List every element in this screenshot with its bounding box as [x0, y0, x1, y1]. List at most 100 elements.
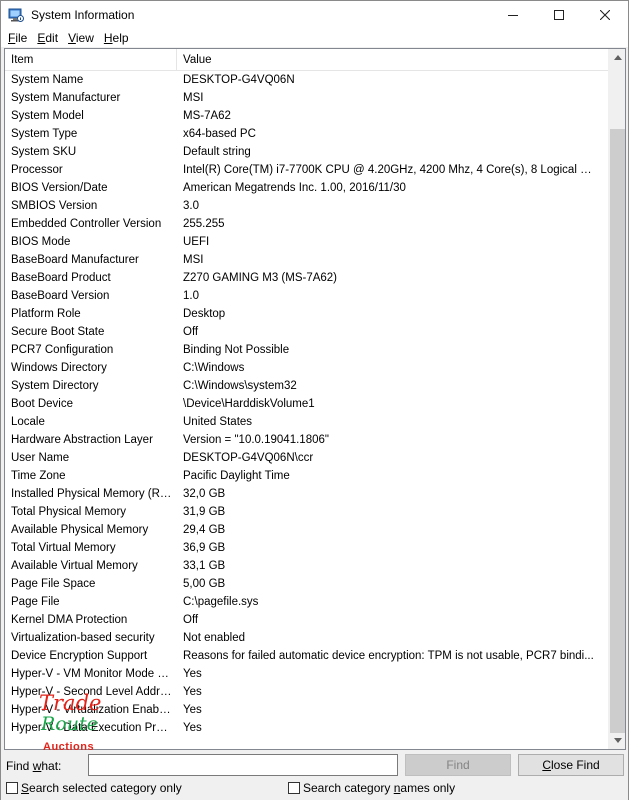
menu-file[interactable]: File: [3, 31, 32, 45]
row-value-cell: C:\pagefile.sys: [183, 596, 259, 608]
scroll-thumb[interactable]: [610, 129, 625, 733]
column-header-item[interactable]: Item: [5, 49, 177, 71]
row-value-cell: MSI: [183, 254, 204, 266]
table-row[interactable]: System Name DESKTOP-G4VQ06N: [5, 71, 609, 89]
row-value-cell: Yes: [183, 722, 202, 734]
row-item-cell: User Name: [11, 452, 70, 464]
find-what-label: Find what:: [6, 759, 62, 773]
table-row[interactable]: Hyper-V - Second Level Addres... Yes: [5, 683, 609, 701]
table-row[interactable]: Available Virtual Memory 33,1 GB: [5, 557, 609, 575]
scroll-up-button[interactable]: [609, 49, 626, 66]
row-value-cell: C:\Windows\system32: [183, 380, 297, 392]
close-find-button[interactable]: Close Find: [518, 754, 624, 776]
search-selected-category-checkbox[interactable]: Search selected category only: [6, 781, 182, 795]
table-row[interactable]: System Manufacturer MSI: [5, 89, 609, 107]
maximize-button[interactable]: [536, 1, 582, 28]
row-value-cell: Not enabled: [183, 632, 246, 644]
row-item-cell: System Name: [11, 74, 84, 86]
row-value-cell: DESKTOP-G4VQ06N\ccr: [183, 452, 314, 464]
table-row[interactable]: System Type x64-based PC: [5, 125, 609, 143]
table-row[interactable]: Processor Intel(R) Core(TM) i7-7700K CPU …: [5, 161, 609, 179]
table-row[interactable]: Kernel DMA Protection Off: [5, 611, 609, 629]
row-value-cell: Yes: [183, 668, 202, 680]
system-summary-list[interactable]: Item Value System Name DESKTOP-G4VQ06N Sys…: [4, 48, 626, 750]
table-row[interactable]: System Model MS-7A62: [5, 107, 609, 125]
row-item-cell: Available Physical Memory: [11, 524, 149, 536]
table-row[interactable]: BIOS Mode UEFI: [5, 233, 609, 251]
table-row[interactable]: Platform Role Desktop: [5, 305, 609, 323]
row-item-cell: System Type: [11, 128, 78, 140]
checkbox-box[interactable]: [6, 782, 18, 794]
row-value-cell: American Megatrends Inc. 1.00, 2016/11/3…: [183, 182, 406, 194]
scroll-down-button[interactable]: [609, 732, 626, 749]
row-item-cell: PCR7 Configuration: [11, 344, 114, 356]
table-row[interactable]: BIOS Version/Date American Megatrends Inc…: [5, 179, 609, 197]
table-row[interactable]: Installed Physical Memory (RAM) 32,0 GB: [5, 485, 609, 503]
system-information-window: System Information File Edit View Help Item…: [0, 0, 629, 800]
row-value-cell: Intel(R) Core(TM) i7-7700K CPU @ 4.20GHz…: [183, 164, 597, 176]
row-value-cell: Reasons for failed automatic device encr…: [183, 650, 594, 662]
table-row[interactable]: Secure Boot State Off: [5, 323, 609, 341]
row-item-cell: BIOS Version/Date: [11, 182, 108, 194]
vertical-scrollbar[interactable]: [608, 49, 625, 749]
title-bar[interactable]: System Information: [1, 1, 628, 28]
column-header-value[interactable]: Value: [177, 49, 609, 71]
menu-view[interactable]: View: [63, 31, 99, 45]
row-value-cell: Z270 GAMING M3 (MS-7A62): [183, 272, 338, 284]
menu-help[interactable]: Help: [99, 31, 134, 45]
table-row[interactable]: Boot Device \Device\HarddiskVolume1: [5, 395, 609, 413]
table-row[interactable]: Windows Directory C:\Windows: [5, 359, 609, 377]
table-row[interactable]: System SKU Default string: [5, 143, 609, 161]
table-row[interactable]: Virtualization-based security Not enabled: [5, 629, 609, 647]
table-row[interactable]: BaseBoard Product Z270 GAMING M3 (MS-7A62…: [5, 269, 609, 287]
table-row[interactable]: Page File Space 5,00 GB: [5, 575, 609, 593]
minimize-icon: [508, 14, 518, 16]
search-category-names-label: Search category names only: [303, 781, 456, 795]
row-value-cell: Off: [183, 326, 199, 338]
table-row[interactable]: Device Encryption Support Reasons for fai…: [5, 647, 609, 665]
row-item-cell: Available Virtual Memory: [11, 560, 138, 572]
row-item-cell: Hardware Abstraction Layer: [11, 434, 153, 446]
table-row[interactable]: Locale United States: [5, 413, 609, 431]
table-row[interactable]: Available Physical Memory 29,4 GB: [5, 521, 609, 539]
table-row[interactable]: Total Physical Memory 31,9 GB: [5, 503, 609, 521]
row-item-cell: Kernel DMA Protection: [11, 614, 128, 626]
row-item-cell: BaseBoard Version: [11, 290, 110, 302]
table-row[interactable]: Time Zone Pacific Daylight Time: [5, 467, 609, 485]
find-what-input[interactable]: [88, 754, 398, 776]
close-icon: [600, 9, 610, 20]
checkbox-box[interactable]: [288, 782, 300, 794]
close-button[interactable]: [582, 1, 628, 28]
row-item-cell: Hyper-V - Second Level Addres...: [11, 686, 177, 698]
find-button[interactable]: Find: [405, 754, 511, 776]
search-category-names-checkbox[interactable]: Search category names only: [288, 781, 455, 795]
row-value-cell: Binding Not Possible: [183, 344, 290, 356]
table-row[interactable]: BaseBoard Manufacturer MSI: [5, 251, 609, 269]
table-row[interactable]: PCR7 Configuration Binding Not Possible: [5, 341, 609, 359]
row-item-cell: Total Physical Memory: [11, 506, 127, 518]
row-value-cell: 36,9 GB: [183, 542, 226, 554]
table-row[interactable]: System Directory C:\Windows\system32: [5, 377, 609, 395]
row-value-cell: MSI: [183, 92, 204, 104]
row-value-cell: 29,4 GB: [183, 524, 226, 536]
chevron-up-icon: [613, 55, 622, 60]
row-value-cell: x64-based PC: [183, 128, 256, 140]
table-row[interactable]: Hardware Abstraction Layer Version = "10.…: [5, 431, 609, 449]
row-item-cell: BaseBoard Manufacturer: [11, 254, 139, 266]
row-item-cell: Processor: [11, 164, 63, 176]
table-row[interactable]: Total Virtual Memory 36,9 GB: [5, 539, 609, 557]
table-row[interactable]: User Name DESKTOP-G4VQ06N\ccr: [5, 449, 609, 467]
table-row[interactable]: Page File C:\pagefile.sys: [5, 593, 609, 611]
table-row[interactable]: SMBIOS Version 3.0: [5, 197, 609, 215]
table-row[interactable]: Hyper-V - Virtualization Enable... Yes: [5, 701, 609, 719]
list-rows: System Name DESKTOP-G4VQ06N System Manufac…: [5, 71, 609, 749]
table-row[interactable]: Embedded Controller Version 255.255: [5, 215, 609, 233]
row-value-cell: Desktop: [183, 308, 226, 320]
menu-edit[interactable]: Edit: [32, 31, 63, 45]
table-row[interactable]: Hyper-V - VM Monitor Mode E... Yes: [5, 665, 609, 683]
table-row[interactable]: Hyper-V - Data Execution Prote... Yes: [5, 719, 609, 737]
table-row[interactable]: BaseBoard Version 1.0: [5, 287, 609, 305]
minimize-button[interactable]: [490, 1, 536, 28]
row-item-cell: Secure Boot State: [11, 326, 105, 338]
row-item-cell: System SKU: [11, 146, 77, 158]
